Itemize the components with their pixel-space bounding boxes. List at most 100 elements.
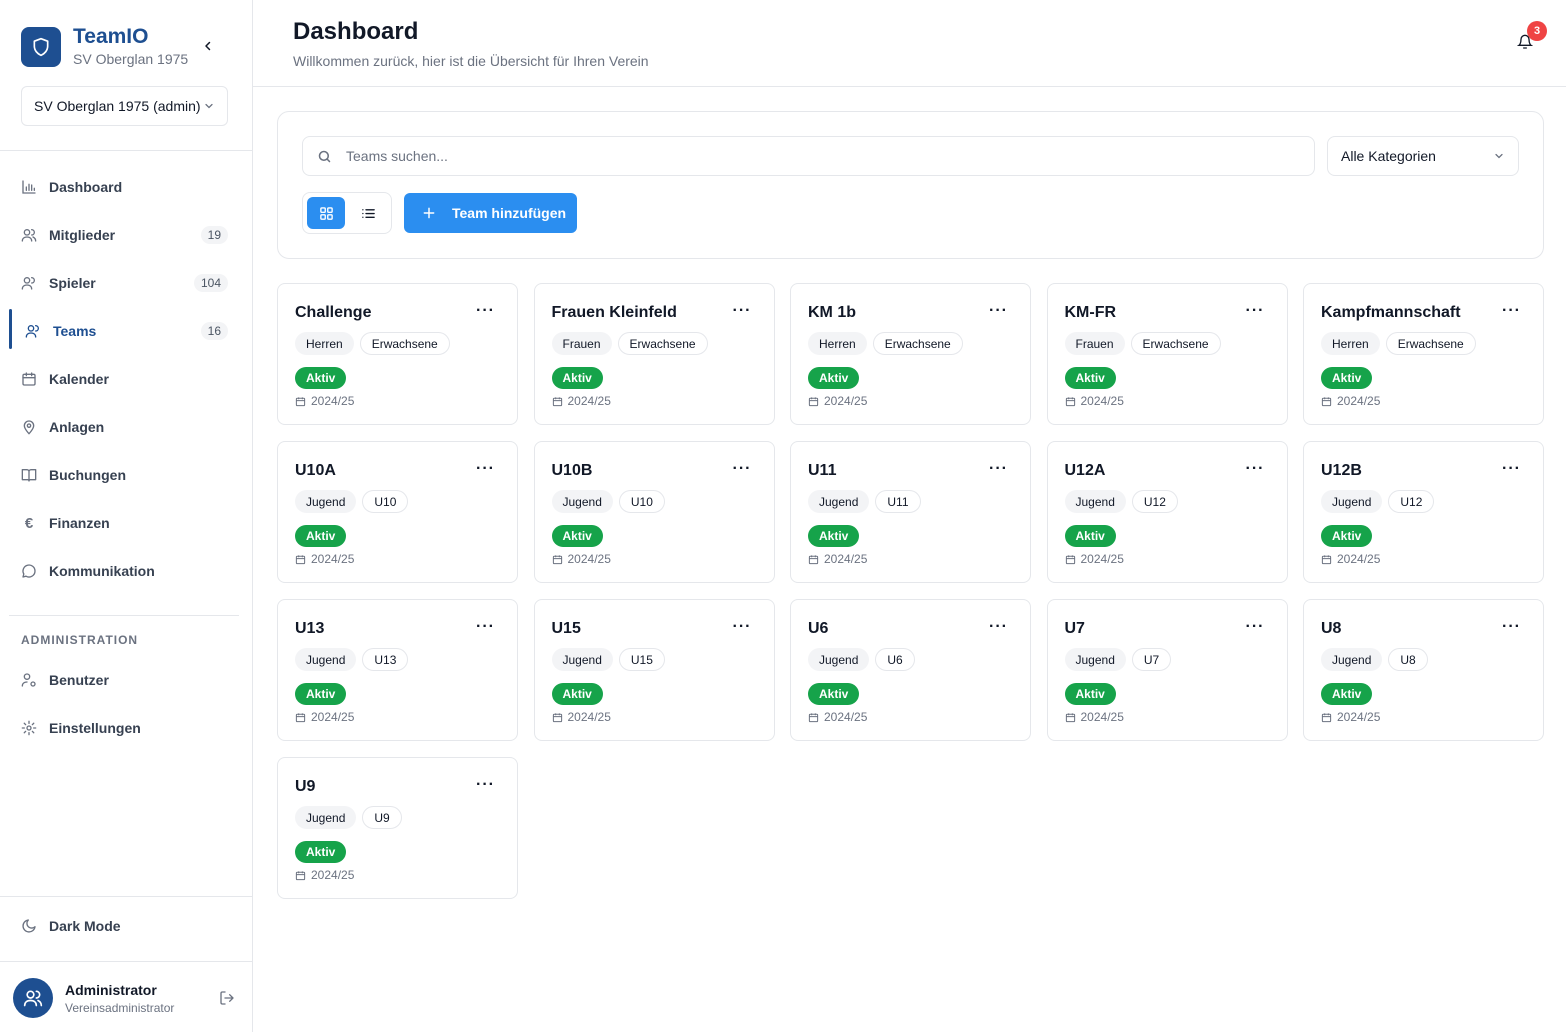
sidebar-item-benutzer[interactable]: Benutzer	[9, 656, 239, 704]
more-options-icon[interactable]: ···	[1502, 619, 1521, 635]
team-name: U12B	[1321, 462, 1362, 479]
team-name: KM-FR	[1064, 304, 1117, 321]
list-view-button[interactable]	[349, 197, 387, 229]
more-options-icon[interactable]: ···	[1246, 461, 1265, 477]
season-label: 2024/25	[1080, 394, 1124, 408]
club-select[interactable]: SV Oberglan 1975 (admin)	[21, 86, 228, 126]
calendar-icon	[808, 554, 819, 565]
more-options-icon[interactable]: ···	[1502, 303, 1521, 319]
search-input[interactable]	[346, 148, 1314, 164]
team-card[interactable]: U12B ··· Jugend U12 Aktiv 2024/25	[1303, 441, 1544, 583]
team-tag: Frauen	[1064, 332, 1125, 355]
sidebar-item-label: Kalender	[49, 371, 109, 387]
team-card[interactable]: U10B ··· Jugend U10 Aktiv 2024/25	[533, 441, 775, 583]
more-options-icon[interactable]: ···	[476, 619, 495, 635]
team-tag: U15	[618, 648, 665, 671]
team-card[interactable]: Frauen Kleinfeld ··· Frauen Erwachsene A…	[533, 283, 775, 425]
sidebar-item-label: Dashboard	[49, 179, 123, 195]
count-badge: 104	[193, 274, 228, 292]
team-card[interactable]: Kampfmannschaft ··· Herren Erwachsene Ak…	[1303, 283, 1544, 425]
page-header: Dashboard Willkommen zurück, hier ist di…	[253, 0, 1566, 87]
team-name: Frauen Kleinfeld	[551, 304, 677, 321]
team-tags: Frauen Erwachsene	[1064, 332, 1221, 355]
sidebar-item-spieler[interactable]: Spieler 104	[9, 259, 239, 307]
team-grid: Challenge ··· Herren Erwachsene Aktiv 20…	[277, 283, 1544, 899]
team-tag: Jugend	[1064, 648, 1126, 671]
team-season: 2024/25	[295, 710, 354, 724]
chevron-down-icon	[203, 100, 215, 112]
grid-view-button[interactable]	[307, 197, 345, 229]
team-tag: U7	[1131, 648, 1172, 671]
team-card[interactable]: U11 ··· Jugend U11 Aktiv 2024/25	[790, 441, 1031, 583]
sidebar-item-anlagen[interactable]: Anlagen	[9, 403, 239, 451]
team-card[interactable]: Challenge ··· Herren Erwachsene Aktiv 20…	[277, 283, 518, 425]
sidebar-item-teams[interactable]: Teams 16	[9, 307, 239, 355]
more-options-icon[interactable]: ···	[1502, 461, 1521, 477]
more-options-icon[interactable]: ···	[989, 461, 1008, 477]
more-options-icon[interactable]: ···	[989, 303, 1008, 319]
team-tags: Jugend U11	[808, 490, 921, 513]
team-tag: Jugend	[1321, 490, 1383, 513]
more-options-icon[interactable]: ···	[476, 461, 495, 477]
status-badge: Aktiv	[1321, 367, 1373, 389]
season-label: 2024/25	[1337, 394, 1381, 408]
team-tag: Herren	[808, 332, 867, 355]
team-card[interactable]: U6 ··· Jugend U6 Aktiv 2024/25	[790, 599, 1031, 741]
brand[interactable]: TeamIO SV Oberglan 1975	[21, 26, 188, 67]
team-tag: Jugend	[295, 648, 357, 671]
season-label: 2024/25	[1337, 552, 1381, 566]
more-options-icon[interactable]: ···	[1246, 619, 1265, 635]
team-tags: Herren Erwachsene	[1321, 332, 1476, 355]
team-tags: Jugend U6	[808, 648, 915, 671]
divider	[0, 896, 252, 897]
sidebar-item-label: Finanzen	[49, 515, 110, 531]
sidebar-item-finanzen[interactable]: € Finanzen	[9, 499, 239, 547]
more-options-icon[interactable]: ···	[476, 303, 495, 319]
team-card[interactable]: KM 1b ··· Herren Erwachsene Aktiv 2024/2…	[790, 283, 1031, 425]
dark-mode-toggle[interactable]: Dark Mode	[21, 918, 121, 934]
user-profile[interactable]: Administrator Vereinsadministrator	[13, 978, 235, 1018]
status-badge: Aktiv	[295, 367, 347, 389]
chevron-left-icon[interactable]	[198, 36, 218, 56]
status-badge: Aktiv	[551, 683, 603, 705]
team-card[interactable]: KM-FR ··· Frauen Erwachsene Aktiv 2024/2…	[1046, 283, 1288, 425]
avatar	[13, 978, 53, 1018]
team-season: 2024/25	[1065, 552, 1124, 566]
sidebar-item-dashboard[interactable]: Dashboard	[9, 163, 239, 211]
sidebar-item-kommunikation[interactable]: Kommunikation	[9, 547, 239, 595]
sidebar-item-label: Mitglieder	[49, 227, 116, 243]
logout-icon[interactable]	[219, 990, 235, 1006]
team-card[interactable]: U12A ··· Jugend U12 Aktiv 2024/25	[1046, 441, 1288, 583]
status-badge: Aktiv	[295, 841, 347, 863]
add-team-button[interactable]: Team hinzufügen	[404, 193, 577, 233]
sidebar-item-buchungen[interactable]: Buchungen	[9, 451, 239, 499]
more-options-icon[interactable]: ···	[1246, 303, 1265, 319]
team-card[interactable]: U7 ··· Jugend U7 Aktiv 2024/25	[1046, 599, 1288, 741]
team-card[interactable]: U8 ··· Jugend U8 Aktiv 2024/25	[1303, 599, 1544, 741]
more-options-icon[interactable]: ···	[733, 303, 752, 319]
sidebar-item-einstellungen[interactable]: Einstellungen	[9, 704, 239, 752]
team-tag: Jugend	[808, 490, 870, 513]
more-options-icon[interactable]: ···	[989, 619, 1008, 635]
team-tags: Frauen Erwachsene	[551, 332, 708, 355]
category-select[interactable]: Alle Kategorien	[1327, 136, 1519, 176]
team-season: 2024/25	[808, 552, 867, 566]
team-tags: Herren Erwachsene	[808, 332, 963, 355]
team-tag: Herren	[295, 332, 354, 355]
category-select-value: Alle Kategorien	[1341, 148, 1436, 164]
team-card[interactable]: U9 ··· Jugend U9 Aktiv 2024/25	[277, 757, 518, 899]
more-options-icon[interactable]: ···	[733, 619, 752, 635]
search-box[interactable]	[302, 136, 1315, 176]
season-label: 2024/25	[311, 394, 355, 408]
sidebar-item-kalender[interactable]: Kalender	[9, 355, 239, 403]
team-card[interactable]: U13 ··· Jugend U13 Aktiv 2024/25	[277, 599, 518, 741]
team-card[interactable]: U15 ··· Jugend U15 Aktiv 2024/25	[533, 599, 775, 741]
season-label: 2024/25	[311, 868, 355, 882]
more-options-icon[interactable]: ···	[476, 777, 495, 793]
team-tags: Jugend U12	[1321, 490, 1435, 513]
sidebar-item-mitglieder[interactable]: Mitglieder 19	[9, 211, 239, 259]
more-options-icon[interactable]: ···	[733, 461, 752, 477]
team-card[interactable]: U10A ··· Jugend U10 Aktiv 2024/25	[277, 441, 518, 583]
filter-panel: Alle Kategorien Team hinzufügen	[277, 111, 1544, 259]
moon-icon	[21, 918, 37, 934]
